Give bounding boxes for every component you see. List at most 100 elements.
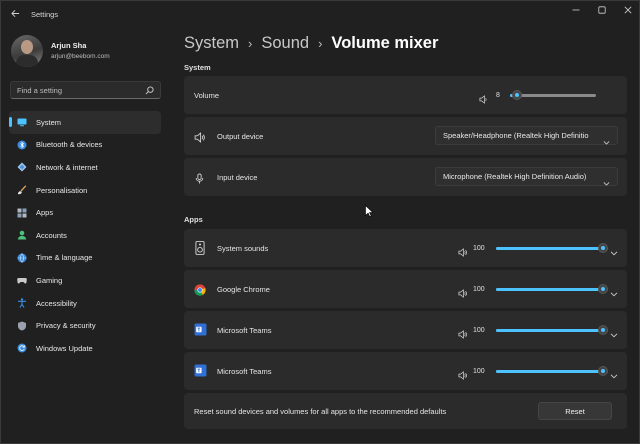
sidebar-item-bluetooth[interactable]: Bluetooth & devices	[9, 134, 161, 157]
settings-window: Settings Arjun Sha arjun@beebom.com Find…	[0, 0, 640, 444]
sidebar-item-apps[interactable]: Apps	[9, 201, 161, 224]
sidebar-item-label: Bluetooth & devices	[36, 140, 103, 150]
breadcrumb-separator-icon: ›	[318, 36, 323, 51]
teams-icon	[194, 323, 207, 336]
breadcrumb-system[interactable]: System	[184, 34, 239, 53]
app-volume-slider[interactable]	[496, 284, 608, 294]
sidebar-item-label: Privacy & security	[36, 321, 96, 331]
chevron-down-icon[interactable]	[610, 244, 618, 256]
close-icon	[624, 6, 632, 14]
system-icon	[17, 117, 27, 127]
app-volume-control: 100	[458, 284, 608, 298]
sidebar-item-accounts[interactable]: Accounts	[9, 224, 161, 247]
mouse-cursor-icon	[365, 205, 373, 217]
app-volume-control: 100	[458, 243, 608, 257]
app-volume-value: 100	[473, 285, 485, 293]
window-controls	[563, 1, 640, 21]
sidebar-item-label: Time & language	[36, 253, 93, 263]
sidebar-item-time-language[interactable]: Time & language	[9, 247, 161, 270]
teams-icon	[194, 364, 207, 377]
chevron-down-icon	[603, 133, 610, 145]
globe-icon	[17, 253, 27, 263]
slider-thumb[interactable]	[598, 325, 608, 335]
sidebar-item-gaming[interactable]: Gaming	[9, 269, 161, 292]
search-box[interactable]: Find a setting	[10, 81, 161, 99]
app-name: System sounds	[217, 244, 269, 253]
app-volume-slider[interactable]	[496, 325, 608, 335]
volume-slider[interactable]	[510, 90, 596, 100]
accounts-icon	[17, 230, 27, 240]
chevron-down-icon[interactable]	[610, 285, 618, 297]
back-button[interactable]	[7, 6, 23, 22]
volume-control: 8	[479, 90, 596, 104]
sidebar: Arjun Sha arjun@beebom.com Find a settin…	[1, 29, 169, 444]
maximize-icon	[598, 6, 606, 14]
app-row-microsoft-teams: Microsoft Teams 100	[184, 311, 627, 349]
chevron-down-icon[interactable]	[610, 367, 618, 379]
breadcrumb-sound[interactable]: Sound	[261, 34, 309, 53]
sidebar-item-windows-update[interactable]: Windows Update	[9, 337, 161, 360]
speaker-icon	[194, 130, 205, 143]
breadcrumb-separator-icon: ›	[248, 36, 253, 51]
slider-thumb[interactable]	[598, 366, 608, 376]
apps-section-heading: Apps	[184, 215, 203, 224]
user-profile[interactable]: Arjun Sha arjun@beebom.com	[11, 35, 161, 67]
speaker-icon[interactable]	[458, 367, 467, 380]
close-button[interactable]	[615, 1, 640, 19]
sidebar-item-label: System	[36, 117, 62, 127]
profile-email: arjun@beebom.com	[51, 53, 110, 60]
app-volume-value: 100	[473, 367, 485, 375]
output-device-value: Speaker/Headphone (Realtek High Definiti…	[443, 131, 589, 140]
app-volume-control: 100	[458, 366, 608, 380]
slider-thumb[interactable]	[598, 243, 608, 253]
volume-label: Volume	[194, 91, 220, 100]
app-volume-control: 100	[458, 325, 608, 339]
volume-value: 8	[496, 91, 500, 99]
main-content: System › Sound › Volume mixer System Vol…	[184, 29, 627, 444]
input-device-value: Microphone (Realtek High Definition Audi…	[443, 172, 587, 181]
speaker-icon[interactable]	[458, 244, 467, 257]
input-device-dropdown[interactable]: Microphone (Realtek High Definition Audi…	[435, 167, 618, 186]
brush-icon	[17, 185, 27, 195]
app-row-google-chrome: Google Chrome 100	[184, 270, 627, 308]
chrome-icon	[194, 283, 206, 296]
minimize-icon	[572, 9, 580, 11]
sidebar-nav: System Bluetooth & devices Network & int…	[9, 111, 161, 360]
sidebar-item-network[interactable]: Network & internet	[9, 156, 161, 179]
maximize-button[interactable]	[589, 1, 615, 19]
sidebar-item-system[interactable]: System	[9, 111, 161, 134]
page-title: Volume mixer	[331, 34, 439, 52]
network-icon	[17, 162, 27, 172]
app-volume-value: 100	[473, 326, 485, 334]
app-name: Google Chrome	[217, 285, 270, 294]
sidebar-item-label: Accounts	[36, 230, 67, 240]
speaker-icon[interactable]	[479, 91, 488, 104]
reset-card: Reset sound devices and volumes for all …	[184, 393, 627, 429]
app-volume-slider[interactable]	[496, 366, 608, 376]
speaker-icon[interactable]	[458, 285, 467, 298]
active-indicator	[9, 117, 12, 127]
back-arrow-icon	[10, 10, 19, 17]
shield-icon	[17, 321, 27, 331]
sidebar-item-accessibility[interactable]: Accessibility	[9, 292, 161, 315]
bluetooth-icon	[17, 140, 27, 150]
input-device-label: Input device	[217, 173, 258, 182]
slider-thumb[interactable]	[511, 90, 522, 100]
app-row-microsoft-teams: Microsoft Teams 100	[184, 352, 627, 390]
search-input[interactable]: Find a setting	[17, 86, 62, 95]
accessibility-icon	[17, 298, 27, 308]
chevron-down-icon[interactable]	[610, 326, 618, 338]
output-device-dropdown[interactable]: Speaker/Headphone (Realtek High Definiti…	[435, 126, 618, 145]
minimize-button[interactable]	[563, 1, 589, 19]
breadcrumb: System › Sound › Volume mixer	[184, 34, 438, 53]
title-bar: Settings	[1, 1, 640, 29]
search-icon	[145, 86, 154, 95]
input-device-card: Input device Microphone (Realtek High De…	[184, 158, 627, 196]
sidebar-item-personalisation[interactable]: Personalisation	[9, 179, 161, 202]
avatar	[11, 35, 43, 67]
slider-thumb[interactable]	[598, 284, 608, 294]
app-volume-slider[interactable]	[496, 243, 608, 253]
speaker-icon[interactable]	[458, 326, 467, 339]
sidebar-item-privacy[interactable]: Privacy & security	[9, 314, 161, 337]
reset-button[interactable]: Reset	[538, 402, 612, 420]
